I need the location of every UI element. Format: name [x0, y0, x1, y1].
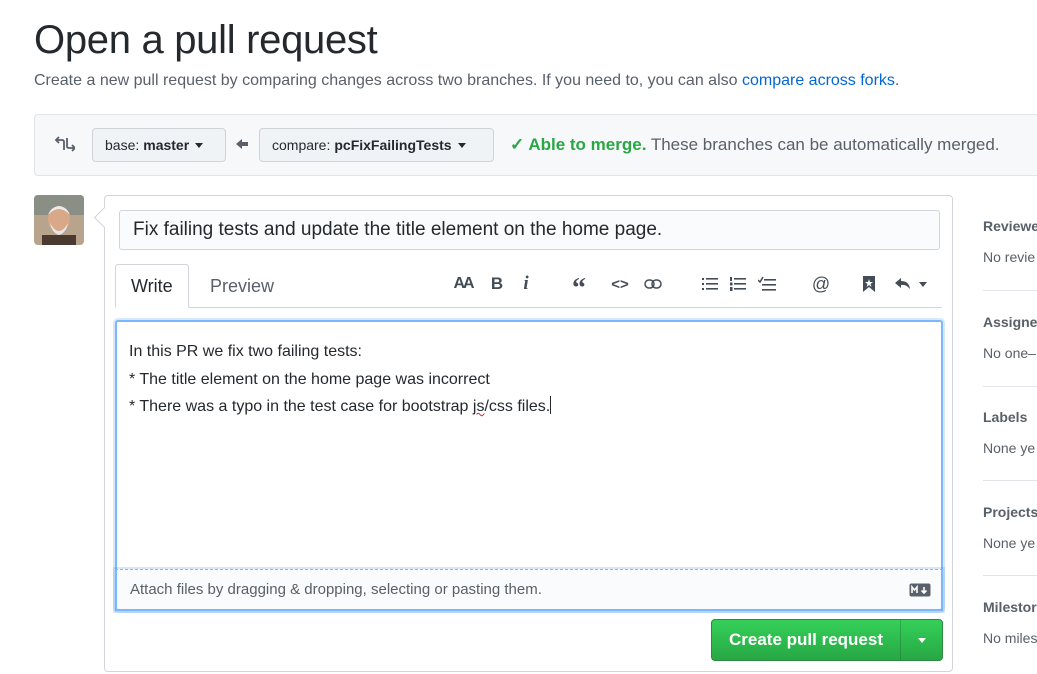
merge-ok-text: ✓ Able to merge. — [510, 135, 647, 154]
sidebar-divider — [983, 290, 1037, 291]
create-pull-request-button[interactable]: Create pull request — [712, 620, 900, 660]
pull-request-form: Write Preview AA B i “ <> @ In this PR w… — [104, 195, 953, 672]
base-label: base: — [105, 137, 140, 153]
compare-across-forks-link[interactable]: compare across forks — [742, 72, 895, 89]
sidebar-heading: Assigne — [983, 314, 1037, 330]
chevron-down-icon — [195, 142, 204, 148]
compare-branch-name: pcFixFailingTests — [334, 137, 452, 153]
italic-button[interactable]: i — [514, 272, 538, 296]
body-line: In this PR we fix two failing tests: — [129, 343, 362, 360]
sidebar-heading: Labels — [983, 409, 1028, 425]
bold-button[interactable]: B — [485, 272, 509, 296]
mention-button[interactable]: @ — [809, 272, 833, 296]
spelling-error: js — [472, 398, 485, 415]
task-list-icon — [758, 277, 776, 291]
merge-detail-text: These branches can be automatically merg… — [646, 135, 1000, 154]
page-subtitle: Create a new pull request by comparing c… — [34, 72, 899, 90]
tab-preview[interactable]: Preview — [195, 264, 289, 308]
file-attach-bar[interactable]: Attach files by dragging & dropping, sel… — [115, 569, 943, 611]
avatar[interactable] — [34, 195, 84, 245]
base-branch-name: master — [143, 137, 190, 153]
sidebar-heading: Reviewe — [983, 218, 1037, 234]
sidebar-divider — [983, 386, 1037, 387]
body-line-text: * There was a typo in the test case for … — [129, 398, 473, 415]
sidebar-divider — [983, 480, 1037, 481]
body-line-text: /css files. — [484, 398, 551, 415]
sidebar-assignees[interactable]: Assigne No one– — [983, 314, 1037, 361]
ordered-list-icon — [730, 277, 746, 291]
code-button[interactable]: <> — [608, 272, 632, 296]
pr-title-input[interactable] — [119, 210, 940, 250]
saved-reply-button[interactable] — [857, 272, 881, 296]
create-pull-request-button-group: Create pull request — [711, 619, 943, 661]
sidebar-value: No one– — [983, 345, 1036, 361]
ordered-list-button[interactable] — [726, 272, 750, 296]
pr-body-textarea[interactable]: In this PR we fix two failing tests: * Th… — [115, 320, 943, 611]
task-list-button[interactable] — [755, 272, 779, 296]
subtitle-text: Create a new pull request by comparing c… — [34, 72, 742, 89]
compare-branch-select[interactable]: compare: pcFixFailingTests — [259, 128, 494, 162]
sidebar-projects[interactable]: Projects None ye — [983, 504, 1037, 551]
sidebar-value: No miles — [983, 630, 1037, 646]
body-line: * The title element on the home page was… — [129, 370, 490, 388]
tab-divider — [115, 307, 942, 308]
text-cursor — [550, 396, 552, 414]
reply-dropdown-button[interactable] — [891, 272, 931, 296]
branch-range-bar: base: master compare: pcFixFailingTests … — [34, 114, 1037, 176]
compare-label: compare: — [272, 137, 331, 153]
markdown-icon[interactable] — [909, 583, 931, 597]
chevron-down-icon — [457, 142, 466, 148]
sidebar-reviewers[interactable]: Reviewe No revie — [983, 218, 1037, 265]
link-icon — [644, 279, 662, 289]
sidebar-labels[interactable]: Labels None ye — [983, 409, 1037, 456]
git-compare-icon — [54, 136, 75, 152]
sidebar-value: No revie — [983, 249, 1036, 265]
sidebar-heading: Milestor — [983, 599, 1037, 615]
unordered-list-icon — [702, 278, 718, 290]
sidebar-milestone[interactable]: Milestor No miles — [983, 599, 1037, 646]
attach-files-text: Attach files by dragging & dropping, sel… — [130, 581, 542, 598]
avatar-image — [34, 195, 84, 245]
base-branch-select[interactable]: base: master — [92, 128, 226, 162]
sidebar-heading: Projects — [983, 504, 1037, 520]
link-button[interactable] — [641, 272, 665, 296]
merge-status: ✓ Able to merge. These branches can be a… — [510, 135, 1000, 155]
sidebar-value: None ye — [983, 535, 1036, 551]
unordered-list-button[interactable] — [698, 272, 722, 296]
sidebar-value: None ye — [983, 440, 1036, 456]
subtitle-suffix: . — [894, 72, 900, 89]
create-options-dropdown[interactable] — [900, 620, 942, 660]
pr-body-text: In this PR we fix two failing tests: * Th… — [129, 338, 552, 421]
reply-icon — [895, 278, 910, 289]
arrow-left-icon — [236, 139, 248, 149]
body-line: * There was a typo in the test case for … — [129, 393, 552, 421]
chevron-down-icon — [919, 281, 927, 287]
bookmark-icon — [863, 276, 875, 292]
text-size-button[interactable]: AA — [451, 272, 475, 296]
page-title: Open a pull request — [34, 18, 378, 62]
tab-write[interactable]: Write — [115, 264, 189, 308]
sidebar-divider — [983, 575, 1037, 576]
quote-button[interactable]: “ — [567, 272, 591, 304]
chevron-down-icon — [917, 637, 926, 643]
